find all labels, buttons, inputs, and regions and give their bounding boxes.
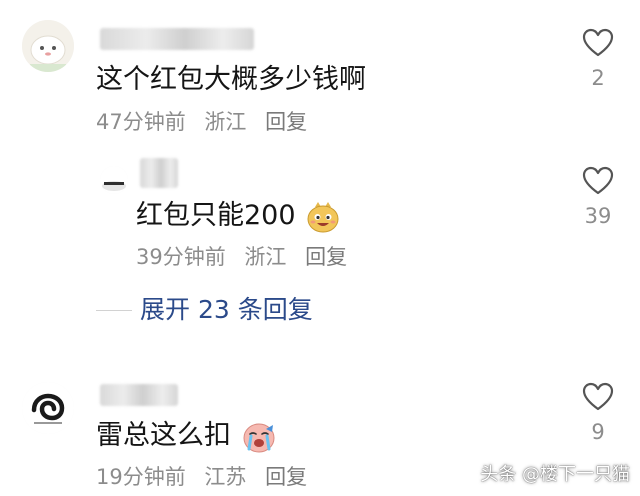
comment-location: 江苏 [204, 465, 247, 489]
comment-text: 红包只能200 [136, 200, 296, 231]
avatar-image [22, 20, 74, 72]
comment-time: 39分钟前 [136, 245, 226, 269]
comment-location: 浙江 [244, 245, 287, 269]
comment-text: 这个红包大概多少钱啊 [96, 64, 366, 95]
crying-cartoon-face-emoji [243, 423, 275, 452]
heart-outline-icon [582, 382, 614, 411]
like-count: 9 [591, 420, 605, 444]
divider [96, 309, 132, 311]
reply-button[interactable]: 回复 [305, 245, 347, 269]
comment-list: 这个红包大概多少钱啊 47分钟前 浙江 回复 2 红包只能200 39分钟前 浙… [0, 0, 640, 496]
username-blurred [100, 28, 254, 50]
comment-meta: 39分钟前 浙江 回复 [136, 244, 359, 270]
avatar[interactable] [22, 382, 74, 434]
like-button[interactable]: 9 [578, 382, 618, 444]
reply-button[interactable]: 回复 [265, 110, 307, 134]
comment-time: 47分钟前 [96, 110, 186, 134]
watermark: 头条 @楼下一只猫 [480, 464, 630, 485]
comment-text-row: 红包只能200 [136, 199, 340, 233]
username-blurred [140, 158, 178, 188]
avatar[interactable] [22, 20, 74, 72]
heart-outline-icon [582, 28, 614, 57]
expand-replies-label: 展开 23 条回复 [140, 295, 313, 324]
heart-outline-icon [582, 166, 614, 195]
comment-meta: 47分钟前 浙江 回复 [96, 109, 319, 135]
like-count: 2 [591, 66, 605, 90]
comment-text: 雷总这么扣 [96, 420, 231, 451]
avatar[interactable] [100, 166, 128, 194]
avatar-image [22, 382, 74, 434]
like-count: 39 [584, 204, 612, 228]
comment-text-row: 雷总这么扣 [96, 419, 276, 453]
avatar-image [100, 166, 128, 194]
comment-location: 浙江 [204, 110, 247, 134]
reply-button[interactable]: 回复 [265, 465, 307, 489]
expand-replies-button[interactable]: 展开 23 条回复 [96, 294, 313, 326]
like-button[interactable]: 2 [578, 28, 618, 90]
username-blurred [100, 384, 178, 406]
smiling-cartoon-face-emoji [307, 201, 339, 232]
comment-meta: 19分钟前 江苏 回复 [96, 464, 319, 490]
like-button[interactable]: 39 [578, 166, 618, 228]
comment-time: 19分钟前 [96, 465, 186, 489]
